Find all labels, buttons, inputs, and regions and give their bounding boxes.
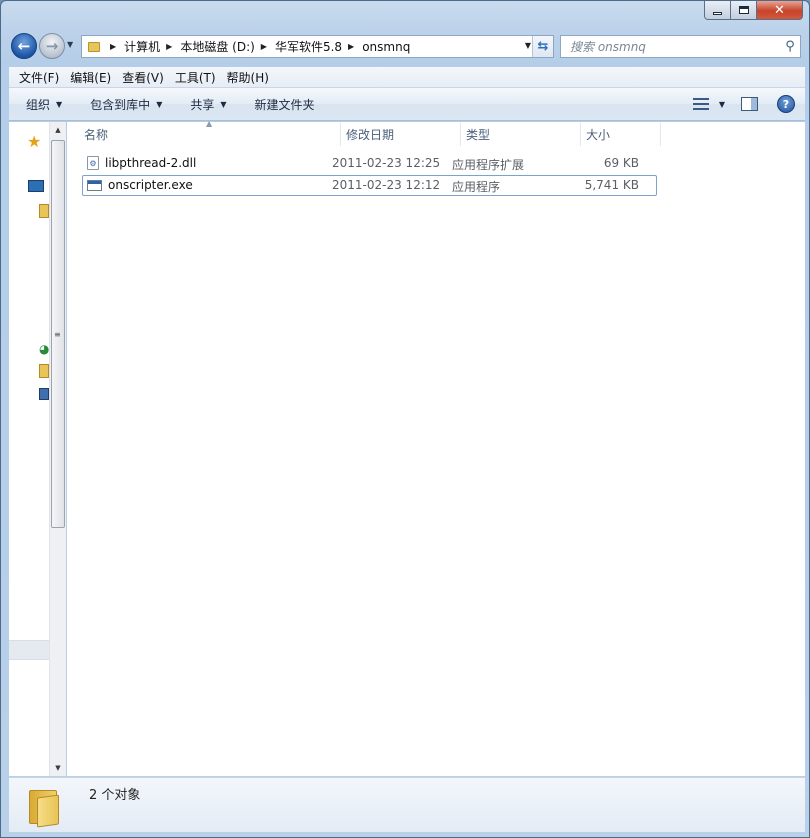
menu-help[interactable]: 帮助(H) xyxy=(222,69,274,86)
object-count: 2 个对象 xyxy=(89,788,141,803)
menu-bar: 文件(F) 编辑(E) 查看(V) 工具(T) 帮助(H) xyxy=(9,67,805,88)
file-size: 5,741 KB xyxy=(584,178,639,192)
file-name-cell[interactable]: ⚙ libpthread-2.dll xyxy=(87,156,196,170)
new-folder-button[interactable]: 新建文件夹 xyxy=(255,96,315,113)
file-type: 应用程序 xyxy=(452,180,501,194)
nav-selection-highlight xyxy=(9,640,49,660)
scroll-up-icon[interactable]: ▲ xyxy=(50,126,66,134)
chevron-down-icon: ▼ xyxy=(220,99,227,109)
column-header-type[interactable]: 类型 xyxy=(461,122,581,146)
forward-button[interactable]: → xyxy=(39,33,65,59)
column-date-label: 修改日期 xyxy=(346,127,395,142)
change-view-icon[interactable] xyxy=(692,98,709,110)
scroll-down-icon[interactable]: ▼ xyxy=(50,764,66,772)
homegroup-icon[interactable]: ◕ xyxy=(39,342,49,356)
menu-edit[interactable]: 编辑(E) xyxy=(65,69,116,86)
nav-scrollbar[interactable]: ▲ ≡ ▼ xyxy=(49,122,66,776)
refresh-icon: ⇆ xyxy=(537,39,549,54)
file-date: 2011-02-23 12:25 xyxy=(332,156,441,170)
search-box[interactable]: 搜索 onsmnq ⚲ xyxy=(560,35,801,58)
chevron-right-icon[interactable]: ▶ xyxy=(110,42,116,51)
desktop-icon[interactable] xyxy=(28,180,44,192)
caption-buttons: ✕ xyxy=(704,1,803,21)
menu-view[interactable]: 查看(V) xyxy=(117,69,169,86)
dll-file-icon: ⚙ xyxy=(87,156,99,170)
view-controls: ▼ ? xyxy=(692,95,795,113)
explorer-window: ✕ ← → ▼ ▶ 计算机 ▶ 本地磁盘 (D:) ▶ 华军软件5.8 ▶ onsmnq… xyxy=(0,0,810,838)
maximize-icon xyxy=(738,6,749,14)
column-header-size[interactable]: 大小 xyxy=(581,122,661,146)
file-name: onscripter.exe xyxy=(108,178,193,192)
exe-file-icon xyxy=(87,179,102,191)
address-bar[interactable]: ▶ 计算机 ▶ 本地磁盘 (D:) ▶ 华军软件5.8 ▶ onsmnq ▼ ⇆ xyxy=(81,35,554,58)
preview-pane-icon[interactable] xyxy=(741,97,758,111)
organize-label: 组织 xyxy=(26,97,51,112)
folder-icon xyxy=(88,41,100,52)
file-size: 69 KB xyxy=(603,156,639,170)
scroll-grip-icon: ≡ xyxy=(54,330,61,339)
back-arrow-icon: ← xyxy=(17,37,31,55)
file-name: libpthread-2.dll xyxy=(105,156,197,170)
menu-tools[interactable]: 工具(T) xyxy=(170,69,221,86)
navigation-pane: ★ ◕ ▲ ≡ ▼ xyxy=(9,122,66,776)
file-type: 应用程序扩展 xyxy=(452,158,525,172)
help-icon[interactable]: ? xyxy=(777,95,795,113)
table-row[interactable]: ⚙ libpthread-2.dll 2011-02-23 12:25 应用程序… xyxy=(82,153,657,174)
breadcrumb-item[interactable]: ▶ 本地磁盘 (D:) xyxy=(160,38,255,55)
chevron-down-icon: ▼ xyxy=(56,99,63,109)
search-icon[interactable]: ⚲ xyxy=(780,39,800,54)
column-header-name[interactable]: 名称 xyxy=(79,122,341,146)
column-header-date[interactable]: 修改日期 xyxy=(341,122,461,146)
organize-button[interactable]: 组织 ▼ xyxy=(26,96,62,113)
maximize-button[interactable] xyxy=(731,1,757,20)
close-icon: ✕ xyxy=(774,2,785,18)
include-in-library-button[interactable]: 包含到库中 ▼ xyxy=(90,96,162,113)
search-input[interactable]: 搜索 onsmnq xyxy=(570,38,780,55)
column-name-label: 名称 xyxy=(84,127,109,142)
refresh-button[interactable]: ⇆ xyxy=(532,36,553,57)
column-type-label: 类型 xyxy=(466,127,491,142)
breadcrumb-item[interactable]: ▶ 计算机 xyxy=(104,38,160,55)
new-folder-label: 新建文件夹 xyxy=(254,97,315,112)
table-row[interactable]: onscripter.exe 2011-02-23 12:12 应用程序 5,7… xyxy=(82,175,657,196)
chevron-down-icon: ▼ xyxy=(156,99,163,109)
file-date: 2011-02-23 12:12 xyxy=(332,178,441,192)
share-label: 共享 xyxy=(190,97,215,112)
folder-icon xyxy=(29,786,59,828)
minimize-icon xyxy=(713,11,722,15)
view-options-button[interactable]: ▼ xyxy=(719,100,725,109)
favorites-star-icon[interactable]: ★ xyxy=(27,132,41,151)
chevron-right-icon[interactable]: ▶ xyxy=(166,42,172,51)
command-bar: 组织 ▼ 包含到库中 ▼ 共享 ▼ 新建文件夹 ▼ ? xyxy=(9,88,805,121)
share-button[interactable]: 共享 ▼ xyxy=(190,96,226,113)
close-button[interactable]: ✕ xyxy=(757,1,803,20)
chevron-right-icon[interactable]: ▶ xyxy=(348,42,354,51)
folder-icon[interactable] xyxy=(39,364,49,378)
file-name-cell[interactable]: onscripter.exe xyxy=(87,178,193,192)
minimize-button[interactable] xyxy=(704,1,731,20)
computer-icon[interactable] xyxy=(39,388,49,400)
details-pane: 2 个对象 xyxy=(9,777,805,832)
chevron-right-icon[interactable]: ▶ xyxy=(261,42,267,51)
breadcrumb-item[interactable]: ▶ onsmnq xyxy=(342,40,410,54)
libraries-icon[interactable] xyxy=(39,204,49,218)
include-in-library-label: 包含到库中 xyxy=(90,97,151,112)
back-button[interactable]: ← xyxy=(11,33,37,59)
recent-locations-button[interactable]: ▼ xyxy=(67,40,73,49)
column-size-label: 大小 xyxy=(586,127,611,142)
menu-file[interactable]: 文件(F) xyxy=(9,69,64,86)
address-dropdown-button[interactable]: ▼ xyxy=(525,41,531,50)
forward-arrow-icon: → xyxy=(45,37,59,55)
navigation-bar: ← → ▼ ▶ 计算机 ▶ 本地磁盘 (D:) ▶ 华军软件5.8 ▶ onsmnq ▼… xyxy=(9,32,805,60)
breadcrumb-item[interactable]: ▶ 华军软件5.8 xyxy=(255,38,342,55)
file-list: ▲ 名称 修改日期 类型 大小 ⚙ libpthread-2.dll 2011-… xyxy=(67,119,805,776)
